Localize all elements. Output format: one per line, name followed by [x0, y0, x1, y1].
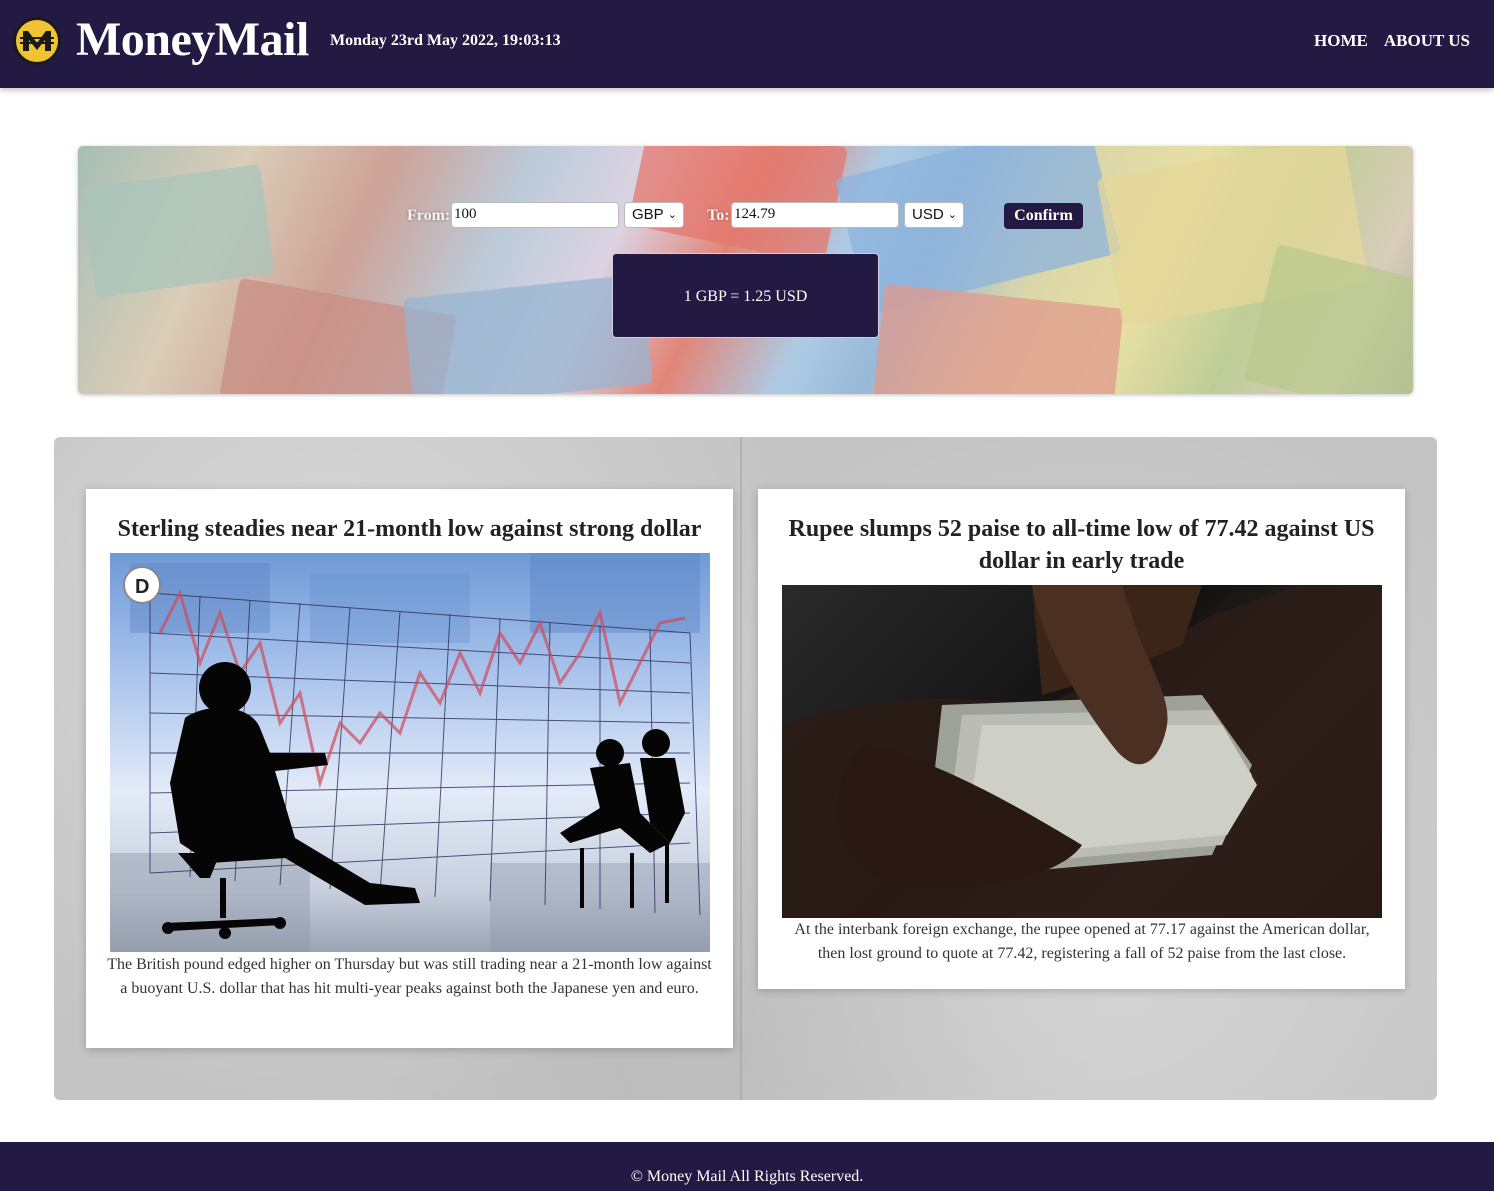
to-amount-input[interactable]: 124.79 [731, 202, 899, 228]
from-label: From: [407, 207, 451, 224]
article-image-business-chart: D [110, 553, 710, 952]
copyright-text: © Money Mail All Rights Reserved. [630, 1168, 864, 1185]
brand-title[interactable]: MoneyMail [76, 12, 309, 67]
from-currency-value: GBP [632, 206, 664, 223]
article-title[interactable]: Rupee slumps 52 paise to all-time low of… [778, 513, 1385, 577]
news-section: Sterling steadies near 21-month low agai… [54, 437, 1437, 1100]
converter-form: From: 100 GBP ⌄ To: 124.79 USD ⌄ Confirm [78, 202, 1413, 230]
chevron-down-icon: ⌄ [947, 209, 957, 221]
current-datetime: Monday 23rd May 2022, 19:03:13 [330, 32, 561, 49]
logo-m-glyph [20, 31, 54, 51]
background-seam [740, 437, 742, 1100]
main-nav: HOME ABOUT US [1314, 31, 1470, 51]
currency-converter-banner: From: 100 GBP ⌄ To: 124.79 USD ⌄ Confirm… [78, 146, 1413, 394]
article-summary: The British pound edged higher on Thursd… [107, 956, 712, 997]
nav-about-us-link[interactable]: ABOUT US [1384, 31, 1470, 51]
nav-home-link[interactable]: HOME [1314, 31, 1368, 51]
banknote-decoration [872, 283, 1124, 394]
hands-with-banknotes-illustration [782, 585, 1382, 918]
article-image-rupee-notes [782, 585, 1382, 918]
money-mail-logo-icon[interactable] [13, 17, 61, 65]
from-currency-select[interactable]: GBP ⌄ [624, 202, 684, 228]
site-header: MoneyMail Monday 23rd May 2022, 19:03:13… [0, 0, 1494, 88]
site-footer: © Money Mail All Rights Reserved. [0, 1142, 1494, 1191]
article-title[interactable]: Sterling steadies near 21-month low agai… [106, 513, 713, 545]
badge-letter: D [135, 576, 149, 598]
chevron-down-icon: ⌄ [667, 209, 677, 221]
to-currency-select[interactable]: USD ⌄ [904, 202, 964, 228]
confirm-button[interactable]: Confirm [1004, 203, 1083, 229]
article-summary: At the interbank foreign exchange, the r… [794, 921, 1370, 962]
news-card[interactable]: Sterling steadies near 21-month low agai… [86, 489, 733, 1048]
news-card[interactable]: Rupee slumps 52 paise to all-time low of… [758, 489, 1405, 989]
to-currency-value: USD [912, 206, 944, 223]
from-amount-input[interactable]: 100 [451, 202, 619, 228]
business-silhouette-illustration: D [110, 553, 710, 952]
exchange-rate-display: 1 GBP = 1.25 USD [612, 253, 879, 338]
to-label: To: [707, 207, 730, 224]
